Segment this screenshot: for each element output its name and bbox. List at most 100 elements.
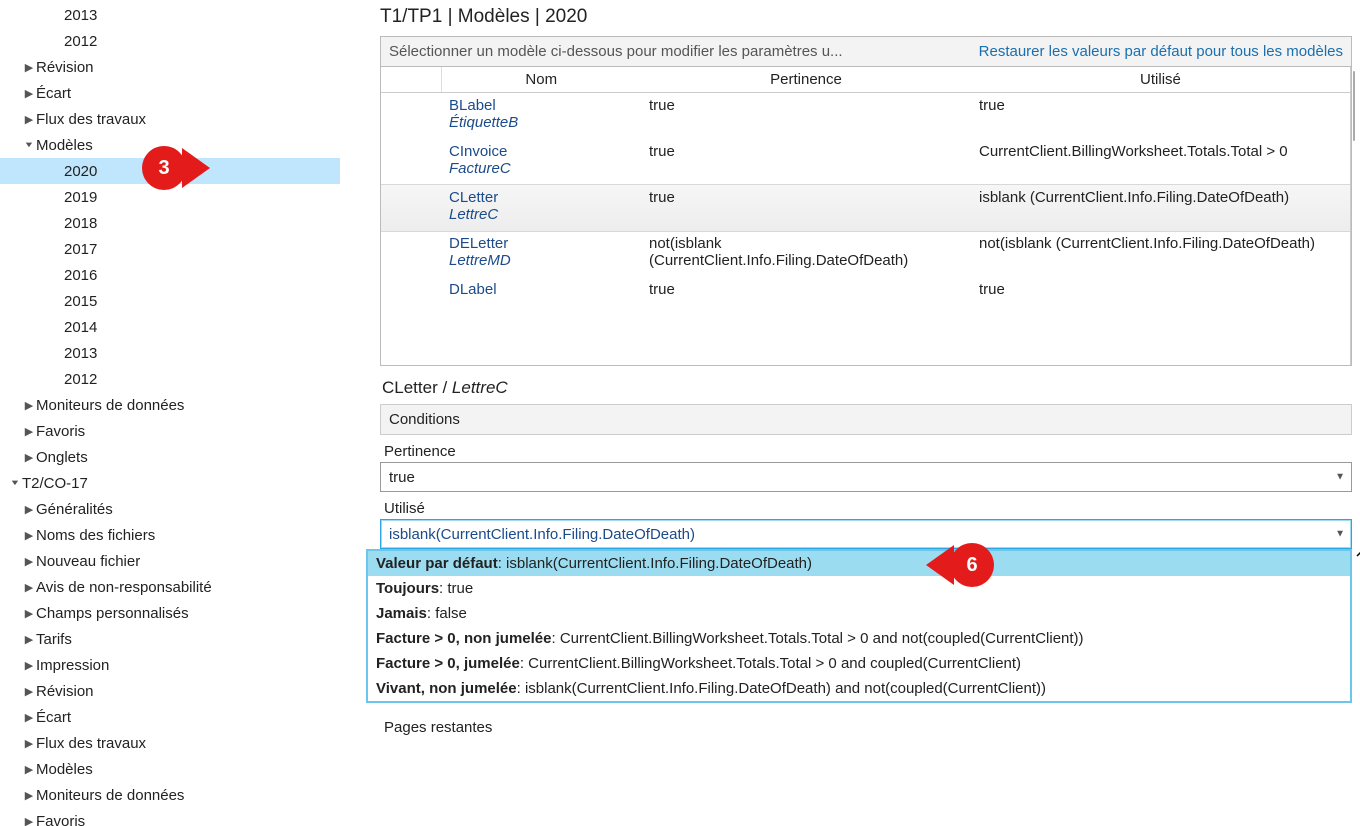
tree-item-label: T2/CO-17: [22, 475, 88, 492]
callout-3: 3: [142, 146, 210, 190]
tree-item[interactable]: 2012: [0, 366, 340, 392]
chevron-down-icon: [8, 477, 22, 489]
tree-item[interactable]: Modèles: [0, 756, 340, 782]
tree-item-label: Moniteurs de données: [36, 787, 184, 804]
tree-item[interactable]: Moniteurs de données: [0, 782, 340, 808]
sidebar: 2013 2012 Révision Écart Flux des travaux Mod…: [0, 0, 340, 826]
tree-item[interactable]: 2018: [0, 210, 340, 236]
chevron-right-icon: [22, 815, 36, 826]
tree-item-label: 2020: [64, 163, 97, 180]
tree-item-label: Modèles: [36, 137, 93, 154]
tree-item[interactable]: Flux des travaux: [0, 106, 340, 132]
tree-item[interactable]: Avis de non-responsabilité: [0, 574, 340, 600]
mouse-cursor: ↖: [1354, 541, 1360, 562]
subheader: Sélectionner un modèle ci-dessous pour m…: [380, 36, 1352, 66]
table-row[interactable]: BLabelÉtiquetteBtruetrue: [381, 93, 1350, 140]
tree-item[interactable]: 2015: [0, 288, 340, 314]
chevron-right-icon: [22, 685, 36, 698]
tree-item-label: 2015: [64, 293, 97, 310]
tree-item[interactable]: Champs personnalisés: [0, 600, 340, 626]
tree-item-label: Tarifs: [36, 631, 72, 648]
chevron-right-icon: [22, 451, 36, 464]
tree-item-label: Flux des travaux: [36, 735, 146, 752]
tree-item-label: 2013: [64, 7, 97, 24]
table-row[interactable]: DELetterLettreMDnot(isblank (CurrentClie…: [381, 231, 1350, 277]
col-nom[interactable]: Nom: [441, 67, 641, 93]
main-pane: T1/TP1 | Modèles | 2020 Sélectionner un …: [340, 0, 1360, 826]
dropdown-option[interactable]: Facture > 0, jumelée: CurrentClient.Bill…: [368, 651, 1350, 676]
tree-item[interactable]: Nouveau fichier: [0, 548, 340, 574]
chevron-right-icon: [22, 555, 36, 568]
tree-item[interactable]: Généralités: [0, 496, 340, 522]
tree-item[interactable]: Moniteurs de données: [0, 392, 340, 418]
tree-item-label: Flux des travaux: [36, 111, 146, 128]
tree-item[interactable]: 2013: [0, 340, 340, 366]
tree-item[interactable]: Impression: [0, 652, 340, 678]
tree-item-label: Écart: [36, 709, 71, 726]
subheader-text: Sélectionner un modèle ci-dessous pour m…: [389, 43, 843, 60]
tree-item[interactable]: Révision: [0, 678, 340, 704]
chevron-right-icon: [22, 113, 36, 126]
tree-item[interactable]: Onglets: [0, 444, 340, 470]
tree-item-label: 2012: [64, 371, 97, 388]
chevron-right-icon: [22, 711, 36, 724]
tree-item-label: Modèles: [36, 761, 93, 778]
pages-restantes-label: Pages restantes: [380, 711, 492, 738]
col-utilise[interactable]: Utilisé: [971, 67, 1350, 93]
tree-item[interactable]: Écart: [0, 80, 340, 106]
table-scrollbar[interactable]: [1350, 67, 1351, 365]
tree-item-label: Onglets: [36, 449, 88, 466]
utilise-label: Utilisé: [380, 492, 1352, 519]
dropdown-option[interactable]: Facture > 0, non jumelée: CurrentClient.…: [368, 626, 1350, 651]
chevron-right-icon: [22, 607, 36, 620]
tree-item-label: 2013: [64, 345, 97, 362]
tree-item[interactable]: Favoris: [0, 808, 340, 826]
chevron-right-icon: [22, 87, 36, 100]
tree-item-label: Impression: [36, 657, 109, 674]
chevron-right-icon: [22, 581, 36, 594]
chevron-right-icon: [22, 425, 36, 438]
tree-item[interactable]: Noms des fichiers: [0, 522, 340, 548]
chevron-down-icon: ▼: [1335, 529, 1345, 540]
tree-item-label: 2019: [64, 189, 97, 206]
tree-item[interactable]: T2/CO-17: [0, 470, 340, 496]
table-row[interactable]: DLabeltruetrue: [381, 277, 1350, 306]
tree-item-label: Moniteurs de données: [36, 397, 184, 414]
tree-item[interactable]: Révision: [0, 54, 340, 80]
tree-item-label: 2016: [64, 267, 97, 284]
tree-item-label: Noms des fichiers: [36, 527, 155, 544]
table-row[interactable]: CLetterLettreCtrueisblank (CurrentClient…: [381, 185, 1350, 231]
callout-6: 6: [926, 543, 994, 587]
utilise-combo[interactable]: isblank(CurrentClient.Info.Filing.DateOf…: [380, 519, 1352, 549]
dropdown-option[interactable]: Toujours: true: [368, 576, 1350, 601]
breadcrumb: T1/TP1 | Modèles | 2020: [380, 0, 1352, 36]
tree-item-label: Révision: [36, 59, 94, 76]
chevron-right-icon: [22, 763, 36, 776]
col-blank[interactable]: [381, 67, 441, 93]
restore-defaults-link[interactable]: Restaurer les valeurs par défaut pour to…: [979, 43, 1343, 60]
tree-item[interactable]: 2017: [0, 236, 340, 262]
col-pertinence[interactable]: Pertinence: [641, 67, 971, 93]
dropdown-option[interactable]: Valeur par défaut: isblank(CurrentClient…: [368, 551, 1350, 576]
dropdown-option[interactable]: Vivant, non jumelée: isblank(CurrentClie…: [368, 676, 1350, 701]
tree-item[interactable]: Flux des travaux: [0, 730, 340, 756]
table-row[interactable]: CInvoiceFactureCtrueCurrentClient.Billin…: [381, 139, 1350, 185]
detail-title: CLetter / LettreC: [380, 366, 1352, 404]
chevron-right-icon: [22, 529, 36, 542]
tree-item-label: 2014: [64, 319, 97, 336]
pertinence-combo[interactable]: true ▼: [380, 462, 1352, 492]
tree-item-label: 2017: [64, 241, 97, 258]
tree-item[interactable]: 2013: [0, 2, 340, 28]
utilise-dropdown[interactable]: Valeur par défaut: isblank(CurrentClient…: [366, 549, 1352, 703]
tree-item[interactable]: 2012: [0, 28, 340, 54]
dropdown-option[interactable]: Jamais: false: [368, 601, 1350, 626]
tree-item[interactable]: Écart: [0, 704, 340, 730]
tree-item-label: Favoris: [36, 423, 85, 440]
chevron-down-icon: ▼: [1335, 472, 1345, 483]
tree-item[interactable]: Favoris: [0, 418, 340, 444]
tree-item[interactable]: Tarifs: [0, 626, 340, 652]
tree-item[interactable]: 2016: [0, 262, 340, 288]
chevron-right-icon: [22, 659, 36, 672]
tree-item[interactable]: 2014: [0, 314, 340, 340]
templates-table: Nom Pertinence Utilisé BLabelÉtiquetteBt…: [380, 66, 1352, 366]
